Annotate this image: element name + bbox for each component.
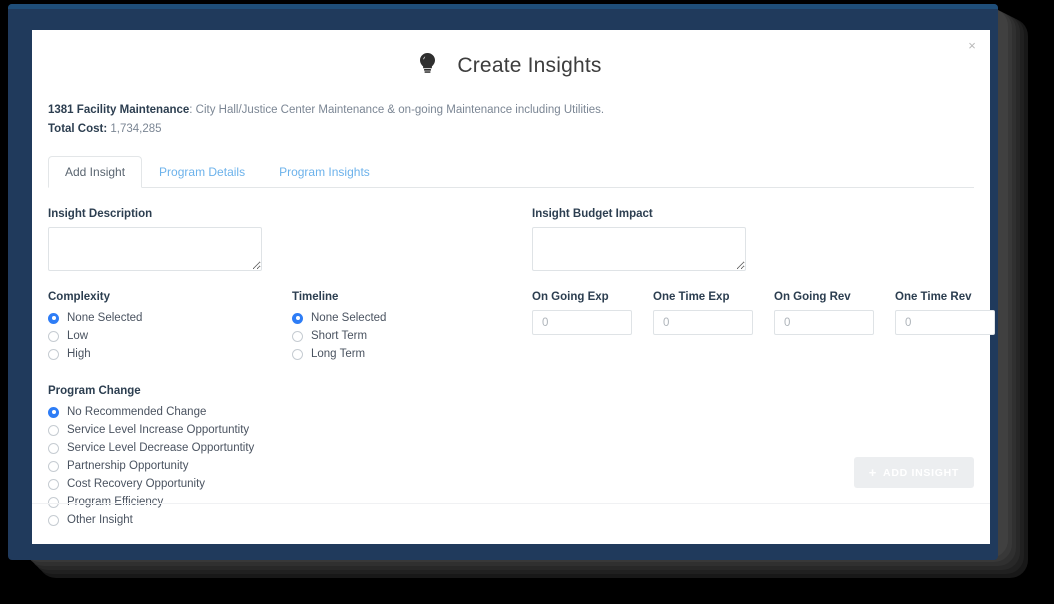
radio-label: Long Term: [311, 348, 366, 361]
radio-icon: [48, 330, 59, 342]
one-time-exp-input[interactable]: [653, 310, 753, 336]
radio-complexity-high[interactable]: High: [48, 345, 292, 363]
tab-bar: Add Insight Program Details Program Insi…: [48, 156, 974, 189]
radio-icon: [48, 348, 59, 360]
radio-icon: [48, 424, 59, 436]
radio-program-change-other-insight[interactable]: Other Insight: [48, 511, 532, 529]
tab-program-insights[interactable]: Program Insights: [262, 156, 387, 188]
complexity-label: Complexity: [48, 291, 110, 304]
on-going-rev-input[interactable]: [774, 310, 874, 336]
program-summary: 1381 Facility Maintenance: City Hall/Jus…: [32, 85, 990, 138]
add-insight-button[interactable]: + ADD INSIGHT: [853, 457, 974, 488]
add-insight-label: ADD INSIGHT: [883, 466, 959, 479]
left-column: Insight Description Complexity None Sele…: [48, 208, 532, 529]
modal-body: Insight Description Complexity None Sele…: [32, 188, 995, 529]
radio-label: None Selected: [311, 312, 387, 325]
radio-timeline-none-selected[interactable]: None Selected: [292, 309, 386, 327]
complexity-timeline-row: Complexity None Selected Low High Timeli…: [48, 291, 532, 363]
insight-description-label: Insight Description: [48, 208, 153, 221]
insight-description-input[interactable]: [48, 227, 262, 272]
radio-timeline-long-term[interactable]: Long Term: [292, 345, 386, 363]
on-going-exp-input[interactable]: [532, 310, 632, 336]
add-insight-button-wrap: + ADD INSIGHT: [853, 457, 974, 488]
program-name-line: 1381 Facility Maintenance: City Hall/Jus…: [48, 101, 974, 120]
total-cost-label: Total Cost:: [48, 122, 108, 135]
radio-program-change-service-level-decrease[interactable]: Service Level Decrease Opportuntity: [48, 439, 532, 457]
radio-label: High: [67, 348, 91, 361]
radio-icon: [48, 312, 59, 324]
window-accent-bar: [8, 4, 998, 9]
radio-label: Service Level Increase Opportuntity: [67, 424, 250, 437]
radio-icon: [48, 514, 59, 526]
program-change-group: Program Change No Recommended Change Ser…: [48, 385, 532, 529]
insight-budget-impact-input[interactable]: [532, 227, 746, 272]
radio-program-change-no-recommended-change[interactable]: No Recommended Change: [48, 403, 532, 421]
field-one-time-exp: One Time Exp: [653, 291, 753, 336]
complexity-group: Complexity None Selected Low High: [48, 291, 292, 363]
radio-label: Short Term: [311, 330, 368, 343]
on-going-rev-label: On Going Rev: [774, 291, 851, 304]
total-cost-value: 1,734,285: [110, 122, 162, 135]
modal-header: Create Insights: [32, 30, 990, 85]
field-on-going-exp: On Going Exp: [532, 291, 632, 336]
radio-label: No Recommended Change: [67, 406, 207, 419]
radio-label: Other Insight: [67, 514, 133, 527]
radio-icon: [48, 460, 59, 472]
create-insights-modal: × Create Insights 1381 Facility Maintena…: [32, 30, 995, 544]
radio-complexity-none-selected[interactable]: None Selected: [48, 309, 292, 327]
program-change-label: Program Change: [48, 385, 141, 398]
close-icon[interactable]: ×: [964, 38, 980, 54]
field-on-going-rev: On Going Rev: [774, 291, 874, 336]
tab-add-insight[interactable]: Add Insight: [48, 156, 143, 189]
program-description: : City Hall/Justice Center Maintenance &…: [189, 104, 605, 116]
radio-program-change-cost-recovery[interactable]: Cost Recovery Opportunity: [48, 475, 532, 493]
radio-icon: [48, 478, 59, 490]
program-id: 1381: [48, 104, 74, 116]
total-cost-line: Total Cost: 1,734,285: [48, 120, 974, 139]
radio-label: None Selected: [67, 312, 143, 325]
page-title: Create Insights: [457, 54, 602, 77]
field-one-time-rev: One Time Rev: [895, 291, 995, 336]
radio-program-change-partnership[interactable]: Partnership Opportunity: [48, 457, 532, 475]
radio-label: Low: [67, 330, 89, 343]
radio-timeline-short-term[interactable]: Short Term: [292, 327, 386, 345]
radio-icon: [292, 348, 303, 360]
budget-fields-row: On Going Exp One Time Exp On Going Rev O…: [532, 291, 995, 336]
one-time-rev-input[interactable]: [895, 310, 995, 336]
footer-divider: [32, 503, 990, 504]
program-name: Facility Maintenance: [76, 104, 190, 116]
plus-icon: +: [868, 465, 878, 480]
radio-icon: [48, 442, 59, 454]
on-going-exp-label: On Going Exp: [532, 291, 609, 304]
one-time-rev-label: One Time Rev: [895, 291, 972, 304]
app-window-frame: × Create Insights 1381 Facility Maintena…: [8, 4, 998, 560]
lightbulb-icon: [420, 53, 436, 79]
insight-budget-impact-label: Insight Budget Impact: [532, 208, 653, 221]
one-time-exp-label: One Time Exp: [653, 291, 730, 304]
radio-icon: [48, 406, 59, 418]
radio-label: Cost Recovery Opportunity: [67, 478, 206, 491]
timeline-label: Timeline: [292, 291, 339, 304]
radio-program-change-service-level-increase[interactable]: Service Level Increase Opportuntity: [48, 421, 532, 439]
radio-label: Partnership Opportunity: [67, 460, 189, 473]
tab-program-details[interactable]: Program Details: [142, 156, 262, 188]
radio-complexity-low[interactable]: Low: [48, 327, 292, 345]
radio-icon: [292, 330, 303, 342]
timeline-group: Timeline None Selected Short Term Long T…: [292, 291, 386, 363]
radio-label: Service Level Decrease Opportuntity: [67, 442, 255, 455]
radio-icon: [292, 312, 303, 324]
